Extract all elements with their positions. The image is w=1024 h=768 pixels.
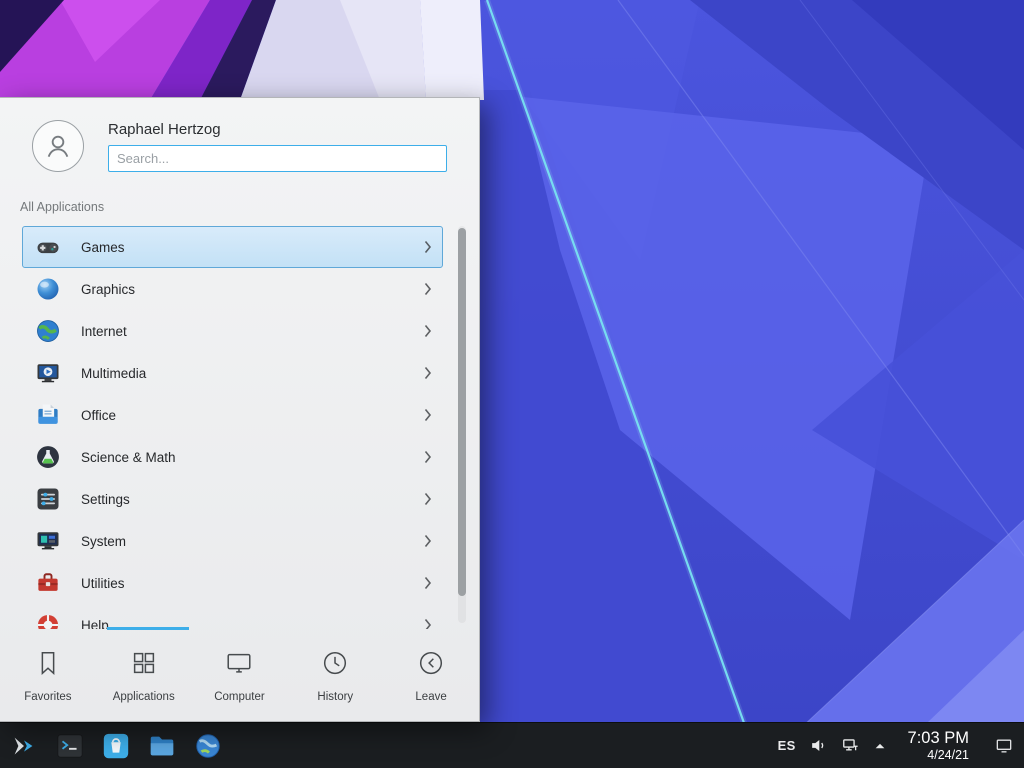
tab-history[interactable]: History (287, 629, 383, 721)
help-lifebuoy-icon (33, 610, 63, 629)
terminal-icon[interactable] (54, 730, 86, 762)
tab-computer[interactable]: Computer (192, 629, 288, 721)
monitor-icon (224, 648, 254, 683)
category-label: Graphics (81, 282, 424, 297)
tab-label: Computer (214, 691, 265, 703)
logout-icon (416, 648, 446, 683)
bookmark-icon (33, 648, 63, 683)
network-icon[interactable] (841, 736, 860, 755)
system-tray: ES 7:03 PM 4/24/21 (778, 729, 1014, 761)
tab-label: Applications (113, 691, 175, 703)
volume-icon[interactable] (809, 736, 828, 755)
chevron-right-icon (424, 492, 432, 506)
chevron-right-icon (424, 450, 432, 464)
category-row-settings[interactable]: Settings (22, 478, 443, 520)
web-browser-icon[interactable] (192, 730, 224, 762)
active-tab-indicator (107, 627, 189, 630)
office-document-icon (33, 400, 63, 430)
science-flask-icon (33, 442, 63, 472)
graphics-icon (33, 274, 63, 304)
chevron-right-icon (424, 534, 432, 548)
chevron-right-icon (424, 408, 432, 422)
user-name: Raphael Hertzog (108, 121, 447, 138)
footer-tabs: Favorites Applications Computer History (0, 629, 479, 721)
launcher-header: Raphael Hertzog (0, 98, 479, 188)
taskbar-launcher-area (8, 730, 224, 762)
category-row-help[interactable]: Help (22, 604, 443, 629)
category-list: Games Graphics (0, 218, 479, 629)
category-label: System (81, 534, 424, 549)
chevron-right-icon (424, 618, 432, 629)
clock-time: 7:03 PM (908, 729, 969, 747)
category-row-multimedia[interactable]: Multimedia (22, 352, 443, 394)
chevron-right-icon (424, 366, 432, 380)
keyboard-layout-indicator[interactable]: ES (778, 738, 796, 753)
category-row-system[interactable]: System (22, 520, 443, 562)
category-label: Science & Math (81, 450, 424, 465)
section-label: All Applications (0, 188, 479, 218)
gamepad-icon (33, 232, 63, 262)
category-label: Utilities (81, 576, 424, 591)
user-icon (42, 130, 74, 162)
expand-tray-icon[interactable] (873, 739, 887, 753)
clock-date: 4/24/21 (908, 748, 969, 762)
settings-sliders-icon (33, 484, 63, 514)
category-label: Internet (81, 324, 424, 339)
digital-clock[interactable]: 7:03 PM 4/24/21 (908, 729, 969, 761)
user-avatar (32, 120, 84, 172)
category-row-graphics[interactable]: Graphics (22, 268, 443, 310)
show-desktop-icon[interactable] (994, 736, 1014, 756)
category-row-science[interactable]: Science & Math (22, 436, 443, 478)
tab-label: Leave (415, 691, 446, 703)
utilities-toolbox-icon (33, 568, 63, 598)
category-row-internet[interactable]: Internet (22, 310, 443, 352)
software-center-icon[interactable] (100, 730, 132, 762)
file-manager-icon[interactable] (146, 730, 178, 762)
chevron-right-icon (424, 324, 432, 338)
clock-icon (320, 648, 350, 683)
chevron-right-icon (424, 240, 432, 254)
tab-applications[interactable]: Applications (96, 629, 192, 721)
category-label: Office (81, 408, 424, 423)
app-launcher-icon[interactable] (8, 730, 40, 762)
category-label: Games (81, 240, 424, 255)
scrollbar[interactable] (458, 226, 466, 623)
system-monitor-icon (33, 526, 63, 556)
taskbar: ES 7:03 PM 4/24/21 (0, 722, 1024, 768)
chevron-right-icon (424, 282, 432, 296)
multimedia-icon (33, 358, 63, 388)
tab-label: Favorites (24, 691, 71, 703)
category-row-utilities[interactable]: Utilities (22, 562, 443, 604)
chevron-right-icon (424, 576, 432, 590)
search-input[interactable] (108, 145, 447, 172)
category-label: Settings (81, 492, 424, 507)
category-label: Multimedia (81, 366, 424, 381)
tab-label: History (317, 691, 353, 703)
tab-leave[interactable]: Leave (383, 629, 479, 721)
category-row-games[interactable]: Games (22, 226, 443, 268)
tab-favorites[interactable]: Favorites (0, 629, 96, 721)
category-row-office[interactable]: Office (22, 394, 443, 436)
internet-globe-icon (33, 316, 63, 346)
scrollbar-thumb[interactable] (458, 228, 466, 596)
application-launcher-menu: Raphael Hertzog All Applications Games (0, 97, 480, 722)
grid-icon (129, 648, 159, 683)
